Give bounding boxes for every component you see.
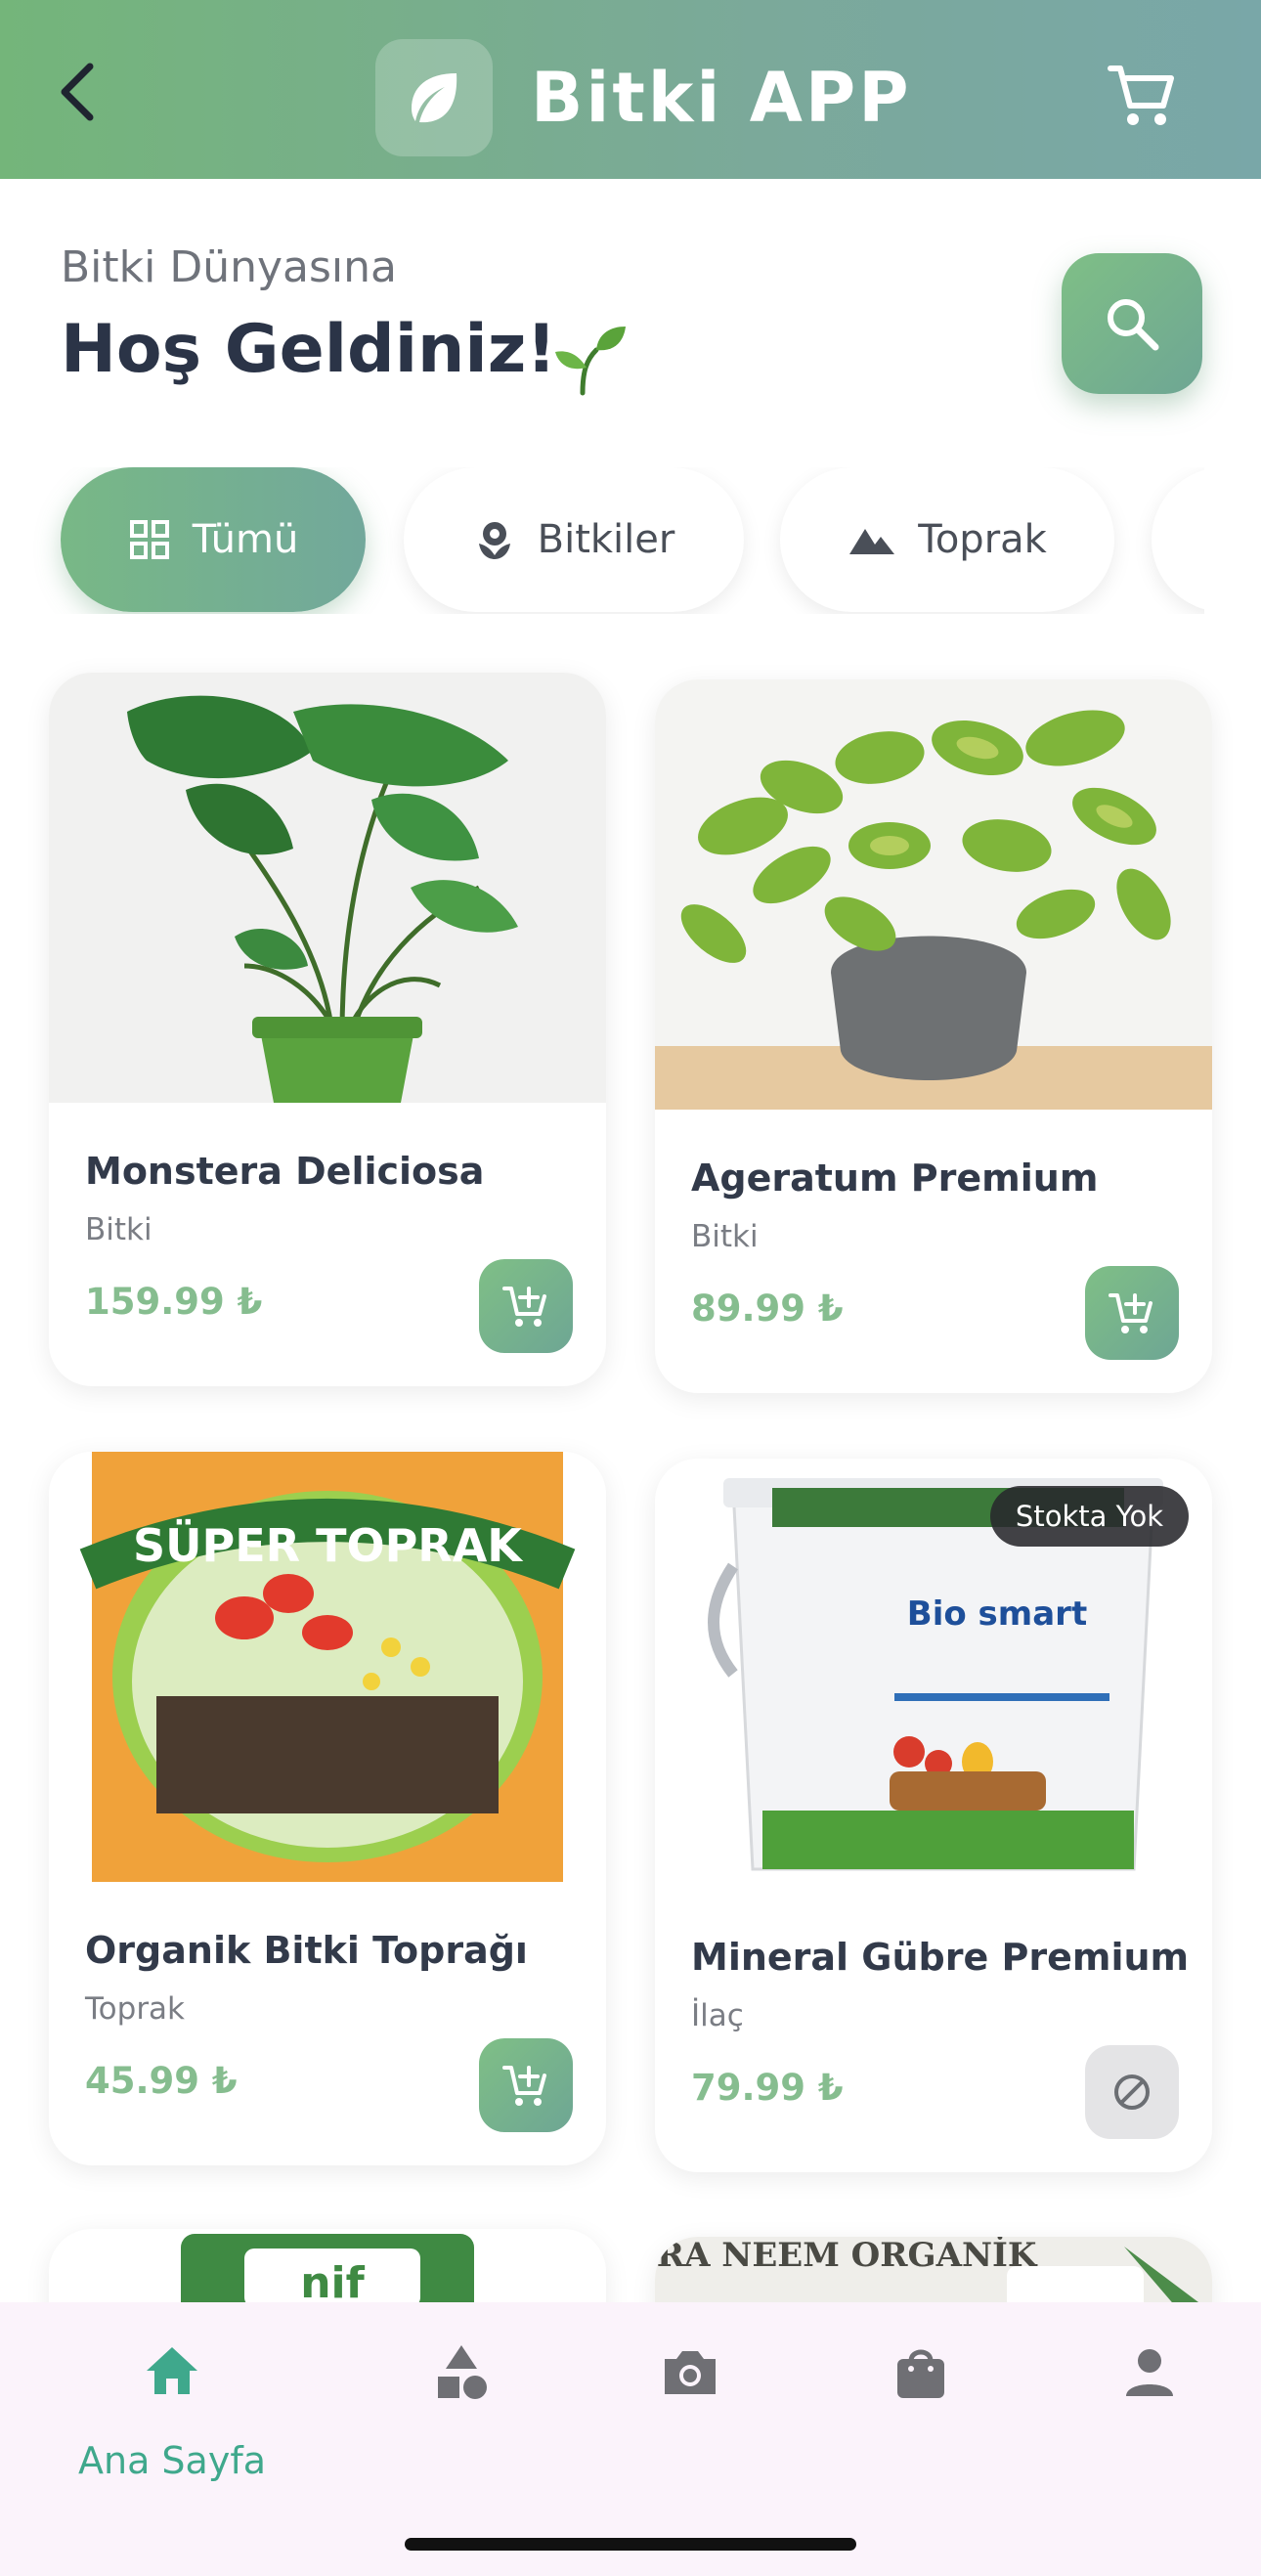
flower-icon xyxy=(473,518,516,561)
add-cart-icon xyxy=(502,2066,546,2106)
add-to-cart-button[interactable] xyxy=(479,2038,573,2132)
product-name: Monstera Deliciosa xyxy=(85,1150,485,1193)
categories-icon xyxy=(438,2345,487,2399)
chip-label: Tümü xyxy=(192,517,299,562)
product-price: 45.99 ₺ xyxy=(85,2060,238,2102)
block-icon xyxy=(1114,2074,1150,2110)
greeting-subtitle: Bitki Dünyasına xyxy=(61,242,398,292)
chip-all[interactable]: Tümü xyxy=(61,467,366,612)
product-price: 89.99 ₺ xyxy=(691,1288,844,1330)
nav-profile[interactable] xyxy=(1050,2341,1245,2508)
product-card[interactable]: SÜPER TOPRAK Organik Bitki Toprağı Topra… xyxy=(49,1452,606,2165)
nav-camera[interactable] xyxy=(590,2341,786,2508)
package-text: SÜPER TOPRAK xyxy=(133,1519,524,1572)
home-icon xyxy=(147,2347,197,2394)
product-name: Ageratum Premium xyxy=(691,1157,1099,1200)
leaf-icon xyxy=(412,73,457,123)
add-cart-icon xyxy=(1109,1293,1152,1333)
chip-soil[interactable]: Toprak xyxy=(780,467,1114,612)
package-text: Bio smart xyxy=(907,1594,1087,1634)
product-card[interactable]: Bio smart Stokta Yok Mineral Gübre Premi… xyxy=(655,1459,1212,2172)
shopping-bag-icon xyxy=(897,2349,944,2398)
back-icon xyxy=(61,63,94,121)
grid-icon xyxy=(128,518,171,561)
app-header: Bitki APP xyxy=(0,0,1261,179)
product-name: Organik Bitki Toprağı xyxy=(85,1929,528,1972)
nav-home[interactable]: Ana Sayfa xyxy=(74,2341,270,2508)
product-image: SÜPER TOPRAK xyxy=(49,1452,606,1882)
product-card[interactable]: Ageratum Premium Bitki 89.99 ₺ xyxy=(655,679,1212,1393)
add-to-cart-button[interactable] xyxy=(1085,1266,1179,1360)
nav-categories[interactable] xyxy=(362,2341,557,2508)
chip-more[interactable] xyxy=(1152,467,1204,612)
app-logo xyxy=(375,39,493,156)
product-name: Mineral Gübre Premium xyxy=(691,1936,1190,1979)
chip-label: Bitkiler xyxy=(537,517,675,562)
package-text: nif xyxy=(300,2258,365,2308)
product-category: Bitki xyxy=(691,1219,759,1254)
profile-icon xyxy=(1126,2349,1173,2396)
product-category: Bitki xyxy=(85,1212,152,1247)
out-of-stock-badge: Stokta Yok xyxy=(989,1486,1189,1547)
chip-label: Toprak xyxy=(918,517,1047,562)
app-title: Bitki APP xyxy=(531,58,912,138)
add-cart-icon xyxy=(502,1287,546,1327)
mountain-icon xyxy=(848,523,896,556)
nav-shop[interactable] xyxy=(821,2341,1017,2508)
back-button[interactable] xyxy=(51,61,113,123)
sprout-icon xyxy=(555,327,626,396)
nav-label: Ana Sayfa xyxy=(77,2439,266,2482)
unavailable-button[interactable] xyxy=(1085,2045,1179,2139)
greeting-title: Hoş Geldiniz! xyxy=(61,311,557,388)
chip-plants[interactable]: Bitkiler xyxy=(404,467,744,612)
add-to-cart-button[interactable] xyxy=(479,1259,573,1353)
product-category: Toprak xyxy=(85,1991,186,2027)
camera-icon xyxy=(665,2351,716,2394)
category-chips: Tümü Bitkiler Toprak xyxy=(0,467,1204,614)
bottom-navigation: Ana Sayfa xyxy=(0,2302,1261,2576)
package-text: VERA NEEM ORGANİK xyxy=(655,2237,1038,2275)
product-price: 159.99 ₺ xyxy=(85,1281,263,1323)
product-image xyxy=(49,673,606,1103)
product-category: İlaç xyxy=(691,1998,744,2033)
search-icon xyxy=(1108,299,1159,351)
product-image xyxy=(655,679,1212,1110)
cart-button[interactable] xyxy=(1107,61,1177,131)
search-button[interactable] xyxy=(1062,253,1202,394)
product-card[interactable]: Monstera Deliciosa Bitki 159.99 ₺ xyxy=(49,673,606,1386)
cart-icon xyxy=(1108,65,1174,125)
home-indicator xyxy=(405,2538,856,2551)
product-price: 79.99 ₺ xyxy=(691,2067,844,2109)
